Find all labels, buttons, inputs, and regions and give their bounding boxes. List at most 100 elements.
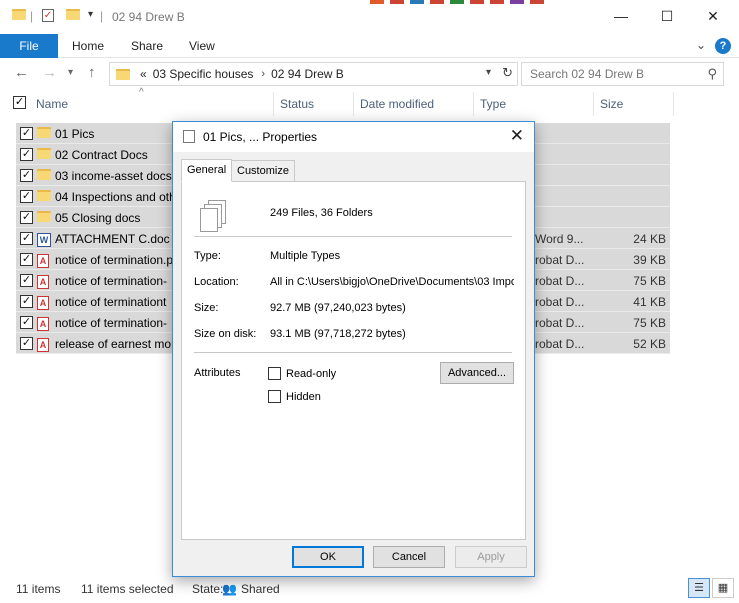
pdf-icon: A (37, 337, 49, 352)
minimize-button[interactable]: — (598, 0, 644, 32)
apply-button[interactable]: Apply (455, 546, 527, 568)
ok-button[interactable]: OK (292, 546, 364, 568)
multiple-files-icon (200, 200, 230, 234)
dialog-close-icon[interactable]: ✕ (510, 126, 524, 146)
tab-share[interactable]: Share (131, 34, 163, 58)
file-size: 75 KB (633, 274, 666, 288)
properties-quick-icon[interactable]: ✓ (42, 9, 54, 22)
readonly-label[interactable]: Read-only (286, 368, 336, 380)
column-size[interactable]: Size (600, 97, 623, 111)
forward-arrow-icon[interactable]: → (42, 64, 57, 81)
size-on-disk-label: Size on disk: (194, 328, 257, 340)
row-checkbox[interactable]: ✓ (20, 211, 33, 224)
row-checkbox[interactable]: ✓ (20, 274, 33, 287)
tab-file[interactable]: File (0, 34, 58, 58)
file-name: notice of termination- (55, 274, 168, 288)
tab-general[interactable]: General (181, 159, 233, 182)
row-checkbox[interactable]: ✓ (20, 127, 33, 140)
navigation-bar: ← → ▾ ↑ « 03 Specific houses › 02 94 Dre… (0, 60, 739, 88)
column-type[interactable]: Type (480, 97, 506, 111)
cancel-button[interactable]: Cancel (373, 546, 445, 568)
close-button[interactable]: ✕ (690, 0, 736, 32)
file-name: notice of termination- (55, 316, 168, 330)
column-divider[interactable] (273, 92, 274, 116)
back-arrow-icon[interactable]: ← (14, 64, 29, 81)
readonly-checkbox[interactable] (268, 367, 281, 380)
row-checkbox[interactable]: ✓ (20, 253, 33, 266)
title-bar: | ✓ ▾ | 02 94 Drew B — ☐ ✕ (0, 0, 739, 34)
size-value: 92.7 MB (97,240,023 bytes) (270, 302, 406, 314)
customize-quick-access-icon[interactable]: ▾ (88, 9, 93, 20)
location-value: All in C:\Users\bigjo\OneDrive\Documents… (270, 276, 514, 288)
file-name: 02 Contract Docs (55, 148, 148, 162)
pdf-icon: A (37, 316, 49, 331)
folder-icon (37, 169, 51, 183)
column-divider[interactable] (473, 92, 474, 116)
breadcrumb-drew-b[interactable]: 02 94 Drew B (271, 67, 344, 81)
column-status[interactable]: Status (280, 97, 314, 111)
general-panel: 249 Files, 36 Folders Type: Multiple Typ… (181, 181, 526, 540)
refresh-icon[interactable]: ↻ (502, 65, 513, 81)
help-icon[interactable]: ? (715, 38, 731, 54)
type-value: Multiple Types (270, 250, 341, 262)
item-count: 11 items (16, 582, 61, 596)
row-checkbox[interactable]: ✓ (20, 169, 33, 182)
address-bar[interactable]: « 03 Specific houses › 02 94 Drew B ▾ ↻ (109, 62, 518, 86)
selected-count: 11 items selected (81, 582, 174, 596)
advanced-button[interactable]: Advanced... (440, 362, 514, 384)
column-date-modified[interactable]: Date modified (360, 97, 434, 111)
column-divider[interactable] (353, 92, 354, 116)
row-checkbox[interactable]: ✓ (20, 295, 33, 308)
hidden-checkbox[interactable] (268, 390, 281, 403)
file-name: ATTACHMENT C.doc (55, 232, 170, 246)
tab-customize[interactable]: Customize (231, 160, 295, 182)
location-label: Location: (194, 276, 239, 288)
new-folder-quick-icon[interactable] (66, 9, 80, 20)
expand-ribbon-icon[interactable]: ⌄ (696, 38, 706, 52)
search-icon[interactable]: ⚲ (707, 63, 717, 85)
pdf-icon: A (37, 295, 49, 310)
file-type: robat D... (535, 295, 585, 309)
ribbon-tabs: File Home Share View ⌄ ? (0, 34, 739, 58)
recent-locations-icon[interactable]: ▾ (68, 67, 73, 78)
file-size: 75 KB (633, 316, 666, 330)
folder-icon (37, 127, 51, 141)
column-divider[interactable] (673, 92, 674, 116)
large-icons-view-icon[interactable]: ▦ (712, 578, 734, 598)
row-checkbox[interactable]: ✓ (20, 148, 33, 161)
column-divider[interactable] (593, 92, 594, 116)
search-input[interactable]: Search 02 94 Drew B ⚲ (521, 62, 724, 86)
file-size: 41 KB (633, 295, 666, 309)
file-type: robat D... (535, 337, 585, 351)
up-arrow-icon[interactable]: ↑ (88, 64, 96, 81)
status-bar: 11 items 11 items selected State: 👥 Shar… (0, 578, 739, 603)
select-all-checkbox[interactable]: ✓ (13, 96, 26, 109)
row-checkbox[interactable]: ✓ (20, 316, 33, 329)
row-checkbox[interactable]: ✓ (20, 190, 33, 203)
maximize-button[interactable]: ☐ (644, 0, 690, 32)
file-name: notice of termination.p (55, 253, 174, 267)
folder-icon (37, 211, 51, 225)
breadcrumb-separator-icon[interactable]: › (261, 68, 265, 80)
tab-home[interactable]: Home (72, 34, 104, 58)
row-checkbox[interactable]: ✓ (20, 232, 33, 245)
file-name: 04 Inspections and oth (55, 190, 176, 204)
dialog-title-bar: 01 Pics, ... Properties ✕ (173, 122, 534, 152)
breadcrumb-prefix[interactable]: « (140, 67, 147, 81)
row-checkbox[interactable]: ✓ (20, 337, 33, 350)
breadcrumb-specific-houses[interactable]: 03 Specific houses (153, 67, 254, 81)
search-placeholder: Search 02 94 Drew B (530, 67, 645, 81)
tab-view[interactable]: View (189, 34, 215, 58)
hidden-label[interactable]: Hidden (286, 391, 321, 403)
pdf-icon: A (37, 274, 49, 289)
address-dropdown-icon[interactable]: ▾ (486, 67, 491, 78)
qa-separator: | (30, 9, 34, 23)
files-summary: 249 Files, 36 Folders (270, 207, 373, 219)
address-folder-icon (116, 68, 130, 80)
qa-separator-2: | (100, 9, 104, 23)
file-size: 52 KB (633, 337, 666, 351)
column-name[interactable]: Name (36, 97, 68, 111)
folder-icon (12, 9, 26, 20)
details-view-icon[interactable]: ☰ (688, 578, 710, 598)
file-name: 03 income-asset docs (55, 169, 172, 183)
